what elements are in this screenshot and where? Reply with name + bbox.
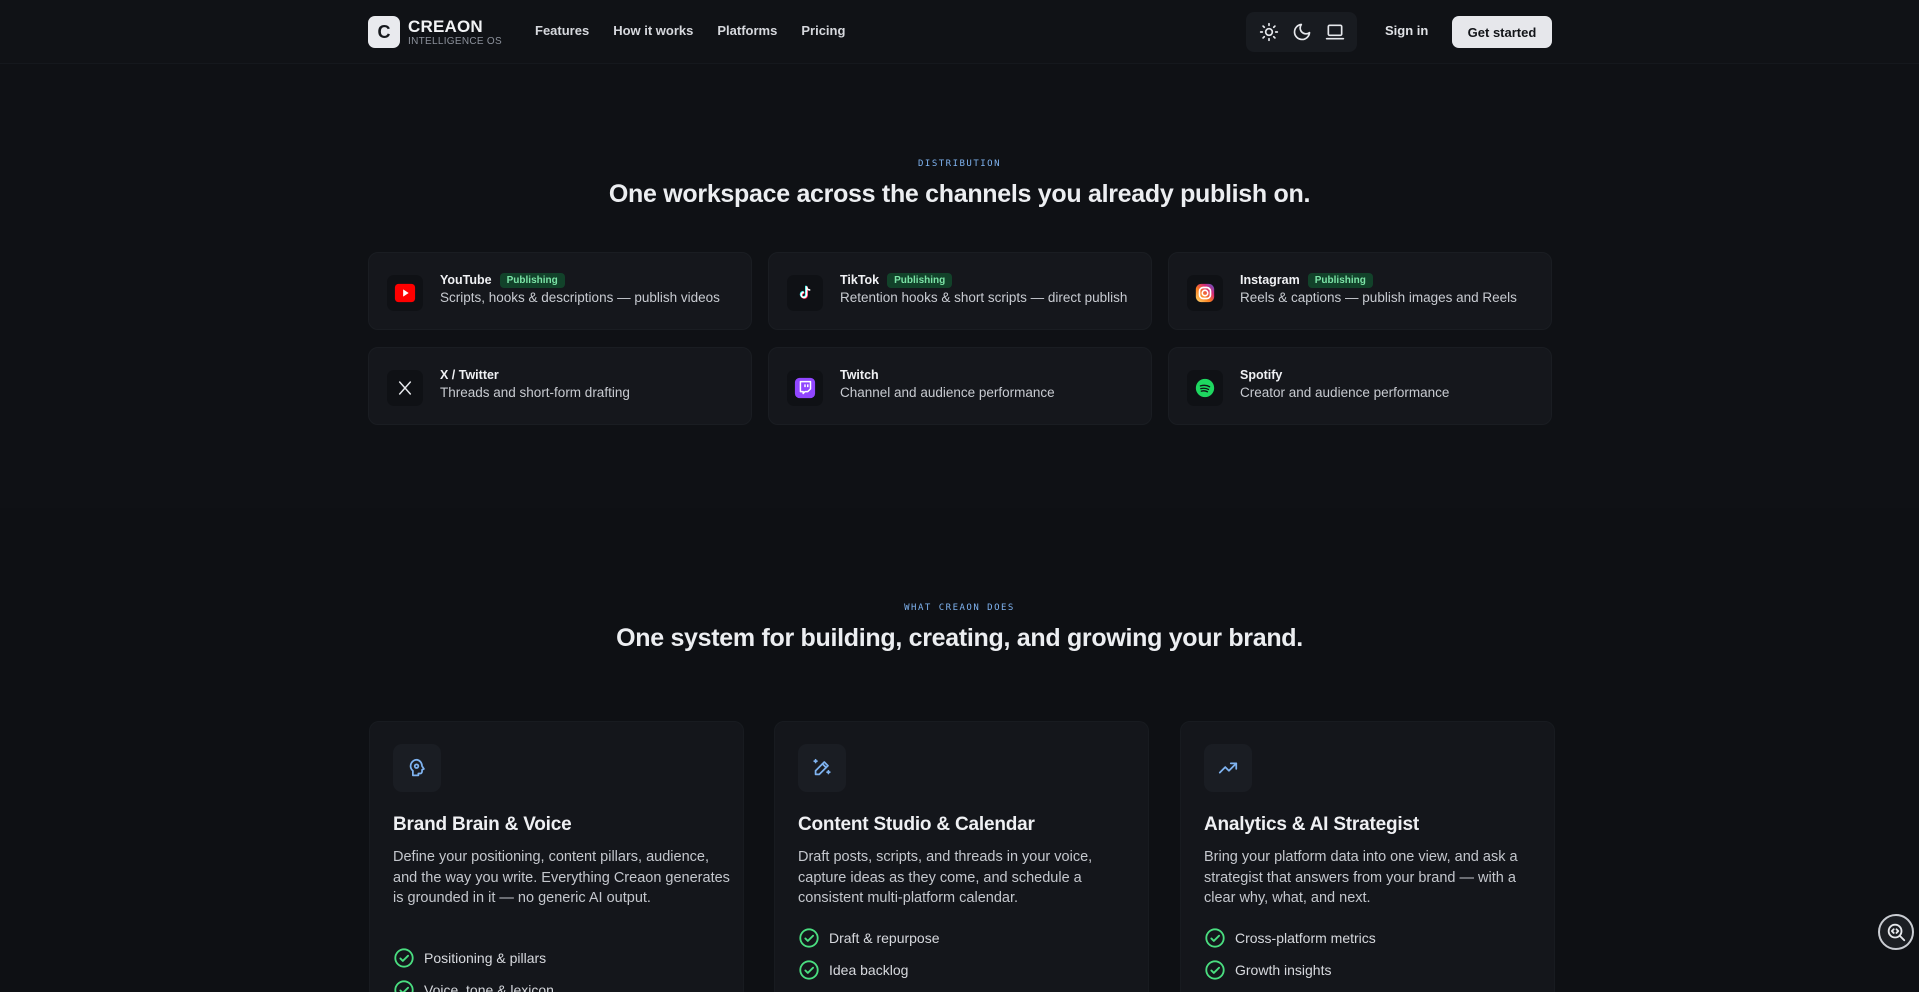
platform-card-instagram[interactable]: Instagram Publishing Reels & captions — … bbox=[1168, 252, 1552, 330]
feature-card-brand-brain: Brand Brain & Voice Define your position… bbox=[369, 721, 744, 992]
laptop-icon[interactable] bbox=[1320, 17, 1350, 47]
feature-title: Brand Brain & Voice bbox=[393, 814, 572, 835]
platform-name: TikTok bbox=[840, 273, 880, 287]
logo-mark: C bbox=[368, 16, 400, 48]
distribution-eyebrow: DISTRIBUTION bbox=[917, 159, 1002, 169]
list-item: Idea backlog bbox=[798, 954, 940, 986]
platform-card-tiktok[interactable]: TikTok Publishing Retention hooks & shor… bbox=[768, 252, 1152, 330]
what-title: One system for building, creating, and g… bbox=[616, 624, 1303, 652]
platform-name: X / Twitter bbox=[440, 368, 499, 382]
list-item-label: Voice, tone & lexicon bbox=[424, 982, 554, 992]
spotify-icon bbox=[1187, 370, 1223, 406]
nav-link-how-it-works[interactable]: How it works bbox=[613, 23, 693, 38]
feature-desc: Bring your platform data into one view, … bbox=[1204, 849, 1518, 906]
platform-card-x-twitter[interactable]: X / Twitter Threads and short-form draft… bbox=[368, 347, 752, 425]
check-circle-icon bbox=[394, 980, 414, 992]
youtube-icon bbox=[387, 275, 423, 311]
instagram-icon bbox=[1187, 275, 1223, 311]
status-badge: Publishing bbox=[499, 272, 565, 288]
brand-logo[interactable]: C CREAON INTELLIGENCE OS bbox=[368, 16, 502, 48]
feature-list: Cross-platform metrics Growth insights bbox=[1204, 922, 1376, 986]
pen-sparkle-icon bbox=[798, 744, 846, 792]
list-item: Cross-platform metrics bbox=[1204, 922, 1376, 954]
distribution-title: One workspace across the channels you al… bbox=[608, 180, 1311, 208]
list-item: Positioning & pillars bbox=[393, 942, 554, 974]
check-circle-icon bbox=[1205, 928, 1225, 948]
sun-icon[interactable] bbox=[1254, 17, 1284, 47]
feature-desc: Draft posts, scripts, and threads in you… bbox=[798, 849, 1093, 906]
sign-in-link[interactable]: Sign in bbox=[1385, 23, 1428, 38]
platform-desc: Retention hooks & short scripts — direct… bbox=[840, 290, 1128, 305]
x-icon bbox=[387, 370, 423, 406]
feature-title: Content Studio & Calendar bbox=[798, 814, 1035, 835]
platform-desc: Channel and audience performance bbox=[840, 385, 1055, 400]
theme-toggle bbox=[1246, 12, 1357, 52]
code-search-icon[interactable] bbox=[1878, 914, 1914, 950]
brand-tagline: INTELLIGENCE OS bbox=[408, 35, 502, 47]
platform-desc: Scripts, hooks & descriptions — publish … bbox=[440, 290, 720, 305]
nav-link-platforms[interactable]: Platforms bbox=[717, 23, 777, 38]
platform-card-youtube[interactable]: YouTube Publishing Scripts, hooks & desc… bbox=[368, 252, 752, 330]
check-circle-icon bbox=[799, 960, 819, 980]
platform-name: Twitch bbox=[840, 368, 879, 382]
platform-card-spotify[interactable]: Spotify Creator and audience performance bbox=[1168, 347, 1552, 425]
nav-link-pricing[interactable]: Pricing bbox=[801, 23, 845, 38]
feature-list: Draft & repurpose Idea backlog bbox=[798, 922, 940, 986]
platform-name: Instagram bbox=[1240, 273, 1300, 287]
list-item-label: Draft & repurpose bbox=[829, 930, 940, 946]
trending-up-icon bbox=[1204, 744, 1252, 792]
status-badge: Publishing bbox=[887, 272, 953, 288]
nav-links: Features How it works Platforms Pricing bbox=[535, 23, 845, 38]
platform-card-twitch[interactable]: Twitch Channel and audience performance bbox=[768, 347, 1152, 425]
platform-desc: Threads and short-form drafting bbox=[440, 385, 630, 400]
moon-icon[interactable] bbox=[1287, 17, 1317, 47]
check-circle-icon bbox=[1205, 960, 1225, 980]
platform-desc: Reels & captions — publish images and Re… bbox=[1240, 290, 1517, 305]
list-item-label: Cross-platform metrics bbox=[1235, 930, 1376, 946]
brand-name: CREAON bbox=[408, 16, 483, 36]
nav-link-features[interactable]: Features bbox=[535, 23, 589, 38]
feature-card-analytics: Analytics & AI Strategist Bring your pla… bbox=[1180, 721, 1555, 992]
platform-desc: Creator and audience performance bbox=[1240, 385, 1450, 400]
feature-list: Positioning & pillars Voice, tone & lexi… bbox=[393, 942, 554, 992]
list-item-label: Positioning & pillars bbox=[424, 950, 547, 966]
platform-name: Spotify bbox=[1240, 368, 1283, 382]
feature-title: Analytics & AI Strategist bbox=[1204, 814, 1419, 835]
brain-icon bbox=[393, 744, 441, 792]
tiktok-icon bbox=[787, 275, 823, 311]
check-circle-icon bbox=[799, 928, 819, 948]
check-circle-icon bbox=[394, 948, 414, 968]
status-badge: Publishing bbox=[1307, 272, 1373, 288]
list-item-label: Idea backlog bbox=[829, 962, 909, 978]
list-item: Voice, tone & lexicon bbox=[393, 974, 554, 992]
get-started-button[interactable]: Get started bbox=[1452, 16, 1552, 48]
feature-card-content-studio: Content Studio & Calendar Draft posts, s… bbox=[774, 721, 1149, 992]
twitch-icon bbox=[787, 370, 823, 406]
platform-name: YouTube bbox=[440, 273, 492, 287]
list-item: Growth insights bbox=[1204, 954, 1376, 986]
list-item: Draft & repurpose bbox=[798, 922, 940, 954]
feature-desc: Define your positioning, content pillars… bbox=[393, 849, 730, 906]
what-eyebrow: WHAT CREAON DOES bbox=[904, 603, 1015, 613]
list-item-label: Growth insights bbox=[1235, 962, 1332, 978]
top-nav: C CREAON INTELLIGENCE OS Features How it… bbox=[0, 0, 1919, 64]
